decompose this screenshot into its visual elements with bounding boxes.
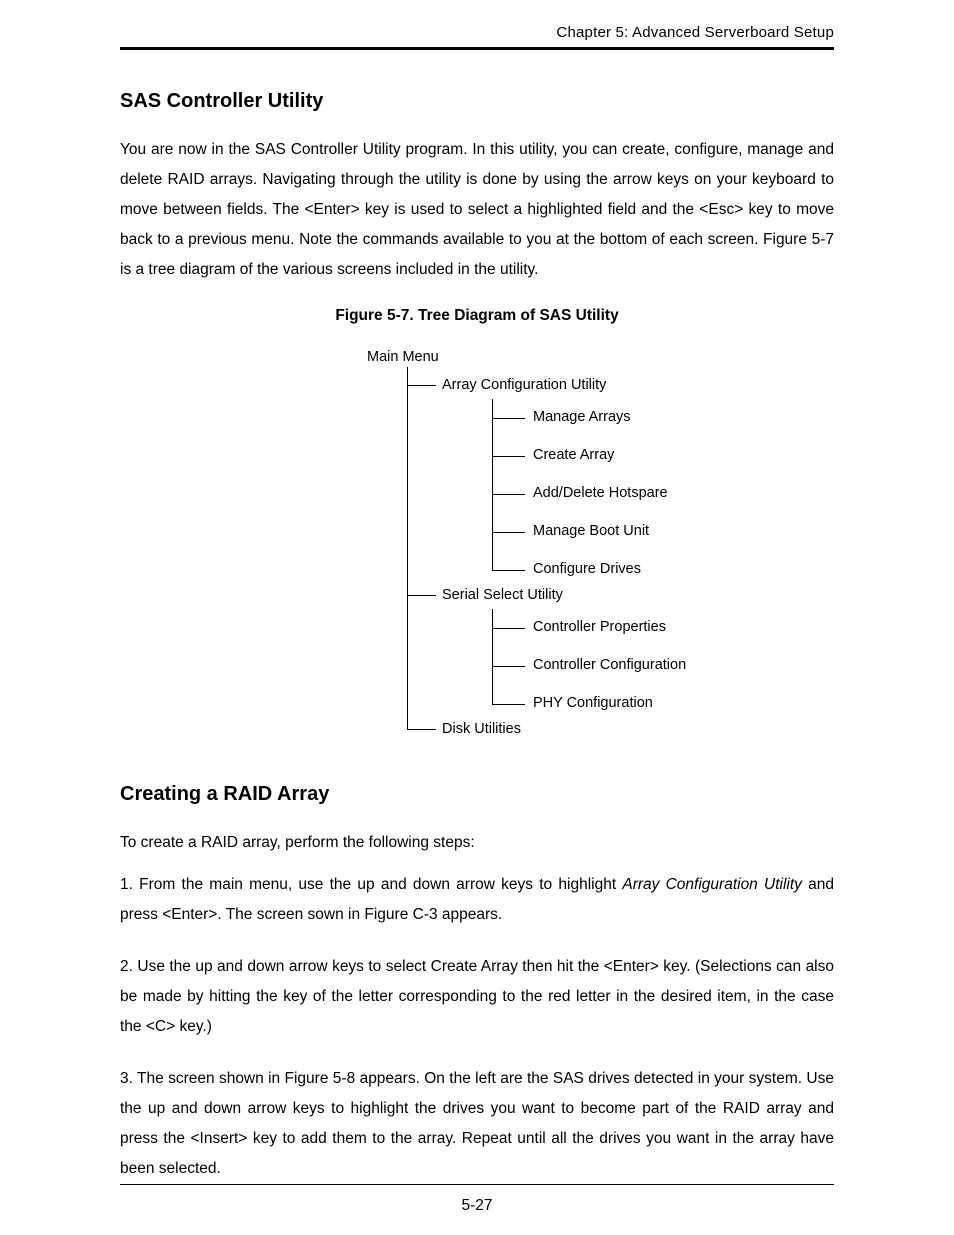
raid-step-2: 2. Use the up and down arrow keys to sel… xyxy=(120,952,834,1042)
raid-step-1: 1. From the main menu, use the up and do… xyxy=(120,870,834,930)
tree-branch: Array Configuration Utility Manage Array… xyxy=(408,367,717,577)
tree-leaf: Controller Properties xyxy=(493,619,717,657)
running-header: Chapter 5: Advanced Serverboard Setup xyxy=(120,24,834,50)
page: Chapter 5: Advanced Serverboard Setup SA… xyxy=(0,0,954,1235)
tree-branch-label: Array Configuration Utility xyxy=(442,367,717,399)
footer-rule xyxy=(120,1184,834,1185)
tree-branch-label: Disk Utilities xyxy=(442,711,717,743)
page-number: 5-27 xyxy=(0,1197,954,1215)
tree-leaf: Controller Configuration xyxy=(493,657,717,695)
step1-italic: Array Configuration Utility xyxy=(622,876,802,893)
raid-step-3: 3. The screen shown in Figure 5-8 appear… xyxy=(120,1064,834,1184)
sas-intro-paragraph: You are now in the SAS Controller Utilit… xyxy=(120,135,834,285)
tree-leaf: Manage Boot Unit xyxy=(493,523,717,561)
tree-branch: Serial Select Utility Controller Propert… xyxy=(408,577,717,711)
figure-caption: Figure 5-7. Tree Diagram of SAS Utility xyxy=(120,307,834,325)
section-title-raid: Creating a RAID Array xyxy=(120,783,834,806)
tree-leaf: Manage Arrays xyxy=(493,409,717,447)
tree-leaf: Add/Delete Hotspare xyxy=(493,485,717,523)
section-title-sas: SAS Controller Utility xyxy=(120,90,834,113)
tree-branch: Disk Utilities xyxy=(408,711,717,743)
raid-intro: To create a RAID array, perform the foll… xyxy=(120,828,834,858)
tree-leaf: Create Array xyxy=(493,447,717,485)
tree-branch-label: Serial Select Utility xyxy=(442,577,717,609)
tree-leaf: PHY Configuration xyxy=(493,695,717,711)
step1-text-a: 1. From the main menu, use the up and do… xyxy=(120,876,622,893)
tree-leaf: Configure Drives xyxy=(493,561,717,577)
tree-root: Main Menu xyxy=(367,349,847,365)
tree-diagram: Main Menu Array Configuration Utility Ma… xyxy=(237,349,717,743)
